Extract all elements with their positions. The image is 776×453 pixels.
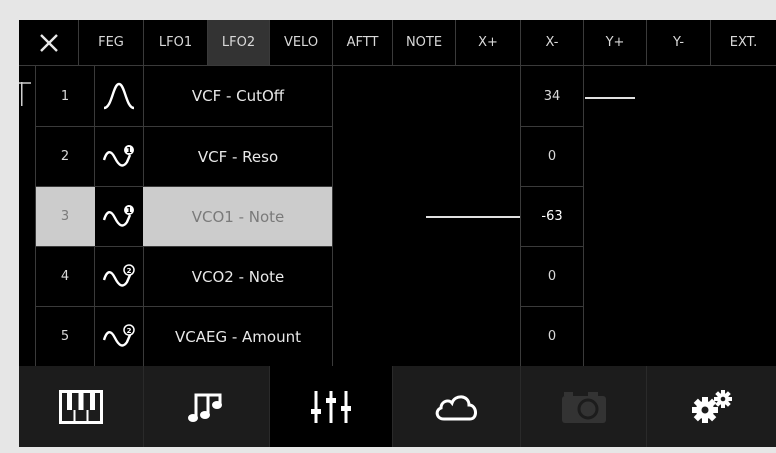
sine-wave-2-icon: 2 [95,247,143,306]
sine-wave-1-icon: 1 [95,187,143,246]
destination-label: VCF - Reso [197,147,279,166]
svg-text:2: 2 [127,327,132,335]
tab-label: LFO1 [158,35,193,50]
tab-label: LFO2 [221,35,256,50]
amount-bar-row-3 [426,216,520,218]
sine-wave-2-icon: 2 [95,307,143,366]
tab-note[interactable]: NOTE [392,20,455,65]
svg-text:2: 2 [127,267,132,275]
envelope-curve-icon [95,66,143,126]
destination-label: VCO1 - Note [191,207,285,226]
amount-value[interactable]: -63 [521,187,583,246]
tab-lfo2[interactable]: LFO2 [207,20,269,65]
piano-keys-icon [59,389,103,424]
cloud-icon [435,394,477,420]
tab-label: EXT. [729,35,758,50]
tab-y-plus[interactable]: Y+ [583,20,646,65]
row-number: 1 [60,88,70,104]
close-button[interactable] [19,20,78,65]
tab-x-minus[interactable]: X- [520,20,583,65]
nav-camera-button[interactable] [520,366,646,447]
tab-lfo1[interactable]: LFO1 [143,20,207,65]
amount-value[interactable]: 0 [521,307,583,366]
tab-label: X+ [478,35,498,50]
row-number: 5 [60,329,70,344]
amount-value[interactable]: 34 [521,66,583,126]
music-note-icon [187,393,222,422]
tab-label: Y- [672,35,685,50]
tab-label: X- [545,35,559,50]
amount-value[interactable]: 0 [521,247,583,306]
svg-text:1: 1 [126,146,132,155]
nav-settings-button[interactable] [646,366,776,447]
tab-aftt[interactable]: AFTT [332,20,392,65]
tab-feg[interactable]: FEG [78,20,143,65]
row-number: 3 [60,209,70,224]
nav-mixer-button[interactable] [269,366,392,447]
row-number: 4 [60,269,70,284]
tab-label: AFTT [346,35,379,50]
destination-label: VCO2 - Note [191,267,285,286]
tab-y-minus[interactable]: Y- [646,20,710,65]
mod-matrix-screen: FEG LFO1 LFO2 VELO AFTT NOTE X+ X- Y+ Y-… [19,20,776,447]
tab-ext[interactable]: EXT. [710,20,776,65]
destination-label: VCF - CutOff [191,87,285,105]
nav-cloud-button[interactable] [392,366,520,447]
close-icon [39,33,58,52]
svg-text:1: 1 [126,206,132,215]
tab-label: VELO [283,35,319,50]
tab-label: NOTE [405,35,443,50]
tab-label: Y+ [605,35,625,50]
sine-wave-1-icon: 1 [95,127,143,186]
camera-icon [561,391,606,423]
nav-sequencer-button[interactable] [143,366,269,447]
amount-value[interactable]: 0 [521,127,583,186]
tab-x-plus[interactable]: X+ [455,20,520,65]
tab-label: FEG [98,35,124,50]
amount-bar-row-1 [585,97,635,99]
sliders-icon [311,390,351,423]
tab-velo[interactable]: VELO [269,20,332,65]
row-number: 2 [60,149,70,164]
gears-icon [691,389,732,423]
destination-label: VCAEG - Amount [175,327,301,346]
nav-piano-button[interactable] [19,366,143,447]
